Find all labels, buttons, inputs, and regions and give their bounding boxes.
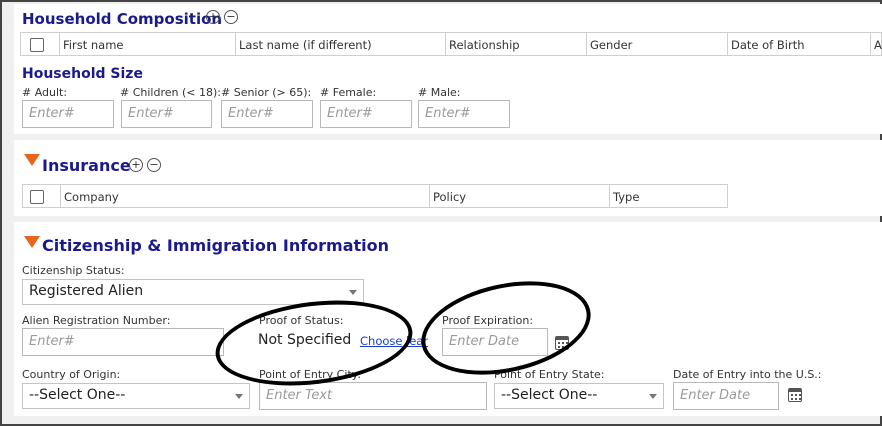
household-panel: Household Composition + − First name Las… (14, 4, 882, 134)
select-all-checkbox[interactable] (30, 190, 44, 204)
date-of-entry-input[interactable]: Enter Date (673, 382, 779, 410)
female-count-input[interactable]: Enter# (320, 100, 412, 128)
citizenship-title: Citizenship & Immigration Information (42, 236, 390, 255)
dropdown-caret-icon (349, 290, 357, 295)
country-of-origin-label: Country of Origin: (22, 368, 121, 381)
column-header[interactable]: A (870, 33, 882, 55)
column-header[interactable]: Gender (586, 33, 635, 55)
adult-label: # Adult: (22, 86, 68, 99)
add-icon[interactable]: + (206, 10, 220, 24)
collapse-triangle-icon[interactable] (24, 236, 40, 248)
alien-registration-input[interactable]: Enter# (22, 328, 224, 356)
household-composition-title: Household Composition (22, 10, 223, 28)
household-composition-table-header: First name Last name (if different) Rela… (20, 32, 882, 56)
household-size-title: Household Size (22, 66, 143, 82)
column-header[interactable]: First name (59, 33, 126, 55)
remove-icon[interactable]: − (224, 10, 238, 24)
male-label: # Male: (418, 86, 461, 99)
column-header[interactable]: Last name (if different) (235, 33, 375, 55)
column-header[interactable]: Type (609, 185, 642, 207)
column-header[interactable]: Company (60, 185, 122, 207)
alien-registration-label: Alien Registration Number: (22, 314, 171, 327)
collapse-triangle-icon[interactable] (24, 154, 40, 166)
children-label: # Children (< 18): (120, 86, 221, 99)
screen-frame: Household Composition + − First name Las… (0, 0, 882, 426)
citizenship-status-label: Citizenship Status: (22, 264, 125, 277)
calendar-icon[interactable] (788, 388, 802, 402)
insurance-title: Insurance (42, 156, 131, 175)
column-header[interactable]: Date of Birth (727, 33, 808, 55)
date-of-entry-label: Date of Entry into the U.S.: (673, 368, 822, 381)
country-of-origin-select[interactable]: --Select One-- (22, 383, 250, 409)
dropdown-caret-icon (235, 394, 243, 399)
country-of-origin-value: --Select One-- (29, 387, 126, 403)
senior-count-input[interactable]: Enter# (221, 100, 313, 128)
add-icon[interactable]: + (129, 158, 143, 172)
insurance-table-header: Company Policy Type (22, 184, 728, 208)
select-all-checkbox[interactable] (30, 38, 44, 52)
column-header[interactable]: Relationship (445, 33, 523, 55)
senior-label: # Senior (> 65): (221, 86, 312, 99)
remove-icon[interactable]: − (147, 158, 161, 172)
adult-count-input[interactable]: Enter# (22, 100, 114, 128)
female-label: # Female: (320, 86, 377, 99)
point-of-entry-state-value: --Select One-- (501, 387, 598, 403)
column-header[interactable]: Policy (429, 185, 469, 207)
dropdown-caret-icon (649, 394, 657, 399)
point-of-entry-city-input[interactable]: Enter Text (259, 382, 487, 410)
children-count-input[interactable]: Enter# (121, 100, 212, 128)
point-of-entry-state-select[interactable]: --Select One-- (494, 383, 664, 409)
male-count-input[interactable]: Enter# (418, 100, 510, 128)
citizenship-status-value: Registered Alien (29, 283, 144, 299)
insurance-panel: Insurance + − Company Policy Type (14, 140, 882, 216)
